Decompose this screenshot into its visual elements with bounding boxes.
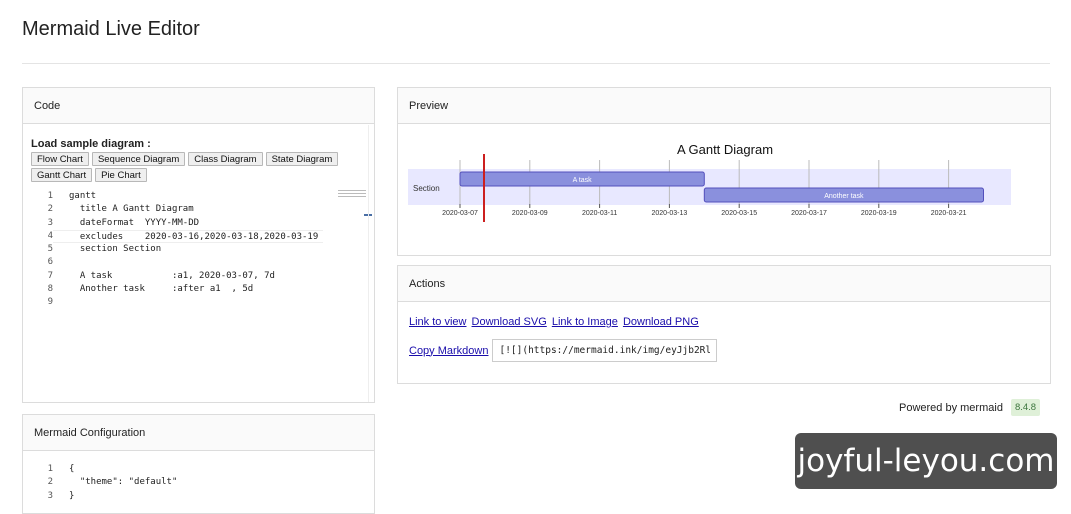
tick-label: 2020-03-13 [651, 210, 687, 217]
line-number: 2 [47, 477, 53, 488]
state-diagram-button[interactable]: State Diagram [265, 152, 339, 166]
version-badge: 8.4.8 [1010, 399, 1041, 416]
flow-chart-button[interactable]: Flow Chart [31, 152, 89, 166]
actions-panel-header: Actions [398, 266, 1050, 302]
line-number: 1 [47, 464, 53, 474]
code-line: 2 "theme": "default" [31, 476, 178, 489]
code-line: 4 excludes 2020-03-16,2020-03-18,2020-03… [31, 229, 368, 244]
tick-label: 2020-03-19 [861, 210, 897, 217]
code-text: gantt [69, 191, 97, 201]
watermark: joyful-leyou.com [795, 433, 1057, 489]
code-line: 5 section Section [31, 243, 368, 256]
page-title: Mermaid Live Editor [22, 18, 200, 40]
config-editor[interactable]: 1{ 2 "theme": "default" 3} [31, 463, 178, 503]
code-panel: Code Load sample diagram : Flow Chart Se… [22, 87, 375, 403]
code-line: 9 [31, 296, 368, 309]
tick-label: 2020-03-09 [512, 210, 548, 217]
task-label: A task [573, 177, 593, 184]
tick-label: 2020-03-11 [582, 210, 617, 217]
code-text: dateFormat YYYY-MM-DD [69, 217, 200, 228]
line-number: 5 [47, 244, 53, 255]
code-line: 2 title A Gantt Diagram [31, 203, 368, 216]
download-svg-link[interactable]: Download SVG [472, 316, 547, 328]
code-text: { [69, 464, 75, 474]
code-panel-header: Code [23, 88, 374, 124]
code-line: 3} [31, 490, 177, 503]
line-number: 3 [47, 490, 53, 501]
code-editor[interactable]: 1 gantt 2 title A Gantt Diagram 3 dateFor… [31, 190, 368, 398]
copy-markdown-row: Copy Markdown [409, 339, 718, 362]
header-divider [22, 63, 1050, 64]
tick-label: 2020-03-15 [721, 210, 757, 217]
code-text: section Section [69, 244, 162, 255]
copy-markdown-link[interactable]: Copy Markdown [409, 345, 488, 357]
line-number: 8 [47, 284, 53, 295]
preview-panel-header: Preview [398, 88, 1050, 124]
tick-label: 2020-03-07 [442, 210, 478, 217]
tick-label: 2020-03-17 [791, 210, 827, 217]
gantt-chart-button[interactable]: Gantt Chart [31, 168, 93, 182]
actions-panel: Actions Link to view Download SVG Link t… [397, 265, 1051, 384]
code-text: "theme": "default" [69, 477, 178, 488]
pie-chart-button[interactable]: Pie Chart [95, 168, 147, 182]
code-text: title A Gantt Diagram [69, 204, 194, 215]
markdown-field[interactable] [492, 339, 718, 362]
code-text: } [69, 490, 75, 501]
line-number: 1 [47, 191, 53, 201]
gantt-diagram: Section 2020-03-07 2020-03-09 2020-03-11 202… [408, 154, 1011, 222]
powered-by-text: Powered by mermaid [899, 401, 1003, 414]
config-panel: Mermaid Configuration 1{ 2 "theme": "def… [22, 414, 375, 514]
section-label: Section [413, 184, 440, 193]
code-line: 6 [31, 256, 368, 269]
sample-diagram-label: Load sample diagram : [31, 138, 151, 150]
line-number: 7 [47, 270, 53, 281]
preview-panel: Preview A Gantt Diagram Section 2020-03-0… [397, 87, 1051, 256]
editor-minimap[interactable] [338, 190, 366, 202]
code-text: Another task :after a1 , 5d [69, 284, 254, 295]
code-text: excludes 2020-03-16,2020-03-18,2020-03-1… [53, 229, 323, 244]
class-diagram-button[interactable]: Class Diagram [188, 152, 263, 166]
line-number: 2 [47, 204, 53, 215]
action-links: Link to view Download SVG Link to Image … [409, 316, 701, 328]
task-label: Another task [824, 193, 864, 200]
editor-scrollbar[interactable] [368, 125, 374, 402]
download-png-link[interactable]: Download PNG [623, 316, 699, 328]
line-number: 6 [47, 257, 53, 268]
link-to-view[interactable]: Link to view [409, 316, 466, 328]
code-line: 7 A task :a1, 2020-03-07, 7d [31, 270, 368, 283]
line-number: 3 [47, 217, 53, 228]
tick-label: 2020-03-21 [931, 210, 967, 217]
code-line: 3 dateFormat YYYY-MM-DD [31, 217, 368, 230]
code-line: 8 Another task :after a1 , 5d [31, 283, 368, 296]
line-number: 4 [47, 230, 53, 241]
sequence-diagram-button[interactable]: Sequence Diagram [91, 152, 186, 166]
link-to-image[interactable]: Link to Image [552, 316, 618, 328]
powered-by: Powered by mermaid 8.4.8 [899, 399, 1041, 416]
config-panel-header: Mermaid Configuration [23, 415, 374, 451]
line-number: 9 [47, 297, 53, 308]
code-line: 1{ [31, 463, 177, 476]
sample-buttons: Flow Chart Sequence Diagram Class Diagra… [31, 152, 351, 182]
code-text: A task :a1, 2020-03-07, 7d [69, 270, 275, 281]
code-line: 1 gantt [31, 190, 368, 203]
